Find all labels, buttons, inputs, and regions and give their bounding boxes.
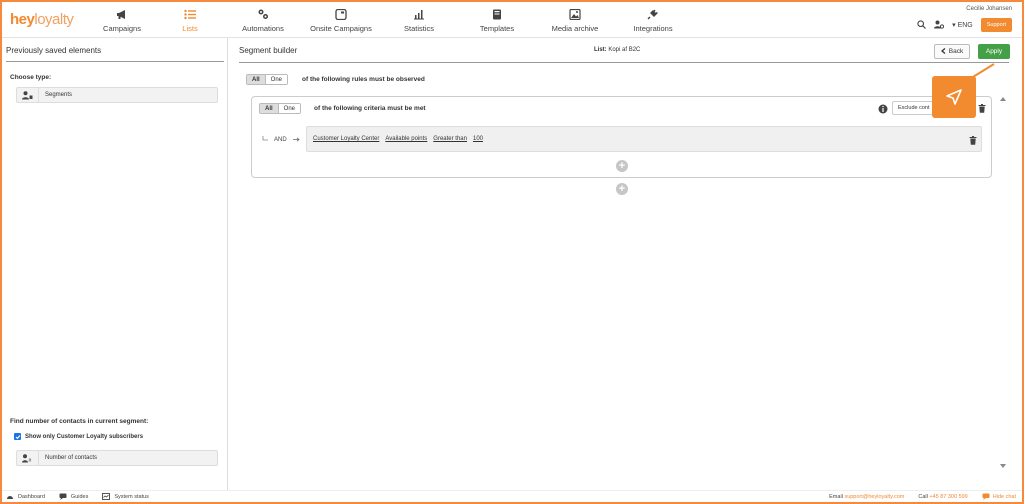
- customer-loyalty-checkbox-row[interactable]: Show only Customer Loyalty subscribers: [14, 433, 143, 440]
- nav-templates[interactable]: Templates: [458, 2, 536, 38]
- branch-line-icon: [262, 136, 268, 144]
- page-title: Segment builder: [239, 46, 298, 55]
- back-button[interactable]: Back: [934, 44, 970, 59]
- nav-lists[interactable]: Lists: [156, 2, 224, 38]
- user-hash-icon: #: [17, 451, 39, 465]
- hide-chat-button[interactable]: Hide chat: [982, 493, 1016, 500]
- footer-guides[interactable]: Guides: [59, 493, 88, 500]
- trash-icon[interactable]: [969, 136, 977, 145]
- find-contacts-title: Find number of contacts in current segme…: [10, 418, 149, 425]
- main-nav: Campaigns Lists Automations Onsite Campa…: [88, 2, 692, 38]
- search-icon[interactable]: [917, 19, 927, 31]
- user-settings-icon[interactable]: [934, 20, 945, 31]
- window-icon: [334, 7, 348, 21]
- chat-guide-icon: [59, 493, 67, 500]
- dashboard-icon: [7, 496, 13, 499]
- criteria-value[interactable]: 100: [473, 136, 483, 142]
- app-frame: heyloyalty Campaigns Lists Automations O…: [2, 2, 1022, 502]
- footer-dashboard[interactable]: Dashboard: [6, 493, 45, 500]
- chevron-left-icon: [940, 47, 946, 56]
- criteria-values: Customer Loyalty Center Available points…: [313, 136, 483, 142]
- choose-type-label: Choose type:: [10, 74, 52, 81]
- svg-text:#: #: [29, 458, 32, 463]
- outer-all-button[interactable]: All: [247, 75, 265, 84]
- criteria-field[interactable]: Available points: [385, 136, 427, 142]
- megaphone-icon: [115, 7, 129, 21]
- plug-icon: [646, 7, 660, 21]
- cursor-pointer-icon: [932, 76, 976, 118]
- arrow-right-icon: [292, 136, 300, 144]
- support-phone-link[interactable]: +45 87 300 599: [929, 494, 967, 500]
- outer-all-one-toggle: All One: [246, 74, 289, 85]
- nav-campaigns[interactable]: Campaigns: [88, 2, 156, 38]
- divider: [239, 62, 1009, 63]
- and-connector: AND: [262, 136, 300, 144]
- criteria-operator[interactable]: Greater than: [433, 136, 467, 142]
- criteria-rule[interactable]: Customer Loyalty Center Available points…: [306, 126, 982, 152]
- inner-one-button[interactable]: One: [277, 104, 301, 113]
- inner-all-button[interactable]: All: [260, 104, 278, 113]
- template-icon: [490, 7, 504, 21]
- inner-criteria-text: of the following criteria must be met: [314, 105, 426, 112]
- number-of-contacts-button[interactable]: # Number of contacts: [16, 450, 218, 466]
- outer-one-button[interactable]: One: [264, 75, 288, 84]
- scroll-up-arrow[interactable]: [999, 95, 1007, 103]
- segment-user-icon: [17, 88, 39, 102]
- footer-call: Call +45 87 300 599: [918, 493, 968, 500]
- trash-icon[interactable]: [978, 104, 986, 113]
- nav-automations[interactable]: Automations: [224, 2, 302, 38]
- segments-item[interactable]: Segments: [16, 87, 218, 103]
- apply-button[interactable]: Apply: [978, 44, 1010, 59]
- language-selector[interactable]: ▾ ENG: [952, 21, 973, 29]
- list-icon: [183, 7, 197, 21]
- criteria-source[interactable]: Customer Loyalty Center: [313, 136, 379, 142]
- inner-all-one-toggle: All One: [259, 103, 302, 114]
- system-status-icon: [102, 493, 111, 500]
- top-navigation: heyloyalty Campaigns Lists Automations O…: [2, 2, 1022, 38]
- image-icon: [568, 7, 582, 21]
- checkbox-checked[interactable]: [14, 433, 21, 440]
- nav-media-archive[interactable]: Media archive: [536, 2, 614, 38]
- scroll-down-arrow[interactable]: [999, 462, 1007, 470]
- nav-onsite-campaigns[interactable]: Onsite Campaigns: [302, 2, 380, 38]
- support-email-link[interactable]: support@heyloyalty.com: [844, 494, 904, 500]
- left-panel-title: Previously saved elements: [6, 46, 102, 55]
- divider: [6, 61, 224, 62]
- add-rule-plus-icon[interactable]: +: [616, 183, 628, 195]
- chat-icon: [982, 493, 990, 500]
- left-panel: Previously saved elements Choose type: S…: [2, 38, 228, 490]
- support-button[interactable]: Support: [980, 18, 1012, 32]
- footer-email: Email support@heyloyalty.com: [829, 493, 905, 500]
- automation-icon: [256, 7, 270, 21]
- footer-system-status[interactable]: System status: [102, 493, 149, 500]
- username: Cecilie Johansen: [966, 6, 1012, 12]
- heyloyalty-logo[interactable]: heyloyalty: [10, 11, 74, 28]
- nav-statistics[interactable]: Statistics: [380, 2, 458, 38]
- chart-icon: [412, 7, 426, 21]
- footer: Dashboard Guides System status Email sup…: [2, 490, 1022, 502]
- add-criteria-plus-icon[interactable]: +: [616, 160, 628, 172]
- info-icon[interactable]: [878, 104, 888, 114]
- list-name: List: Kopi af B2C: [594, 47, 641, 53]
- outer-rule-text: of the following rules must be observed: [302, 76, 425, 83]
- criteria-group: All One of the following criteria must b…: [251, 96, 992, 178]
- segment-builder: Segment builder List: Kopi af B2C Back A…: [228, 38, 1022, 490]
- nav-integrations[interactable]: Integrations: [614, 2, 692, 38]
